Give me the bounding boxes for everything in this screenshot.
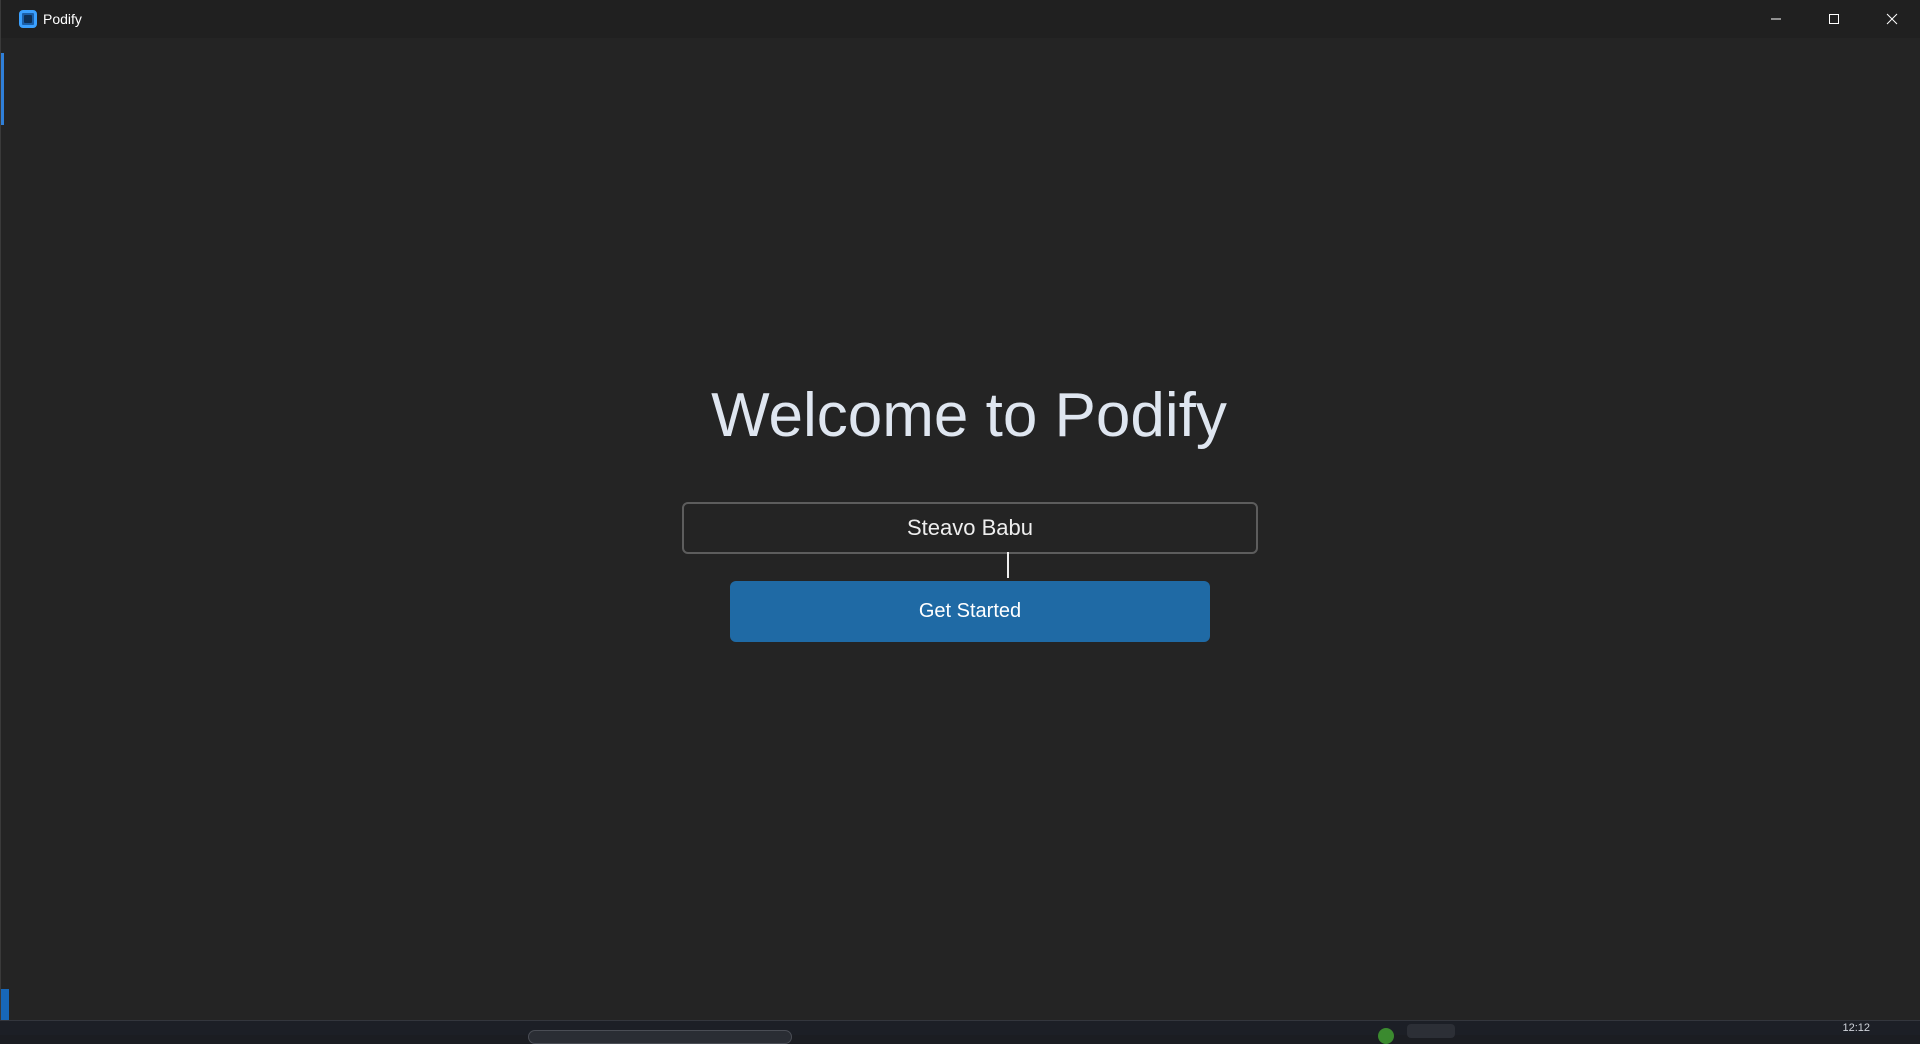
maximize-icon (1829, 14, 1839, 24)
taskbar-clock: 12:12 (1842, 1022, 1870, 1034)
left-edge-accent-bottom (1, 989, 9, 1020)
taskbar-search-box[interactable] (528, 1030, 792, 1044)
text-cursor (1007, 552, 1009, 578)
close-icon (1886, 13, 1898, 25)
name-input[interactable] (682, 502, 1258, 554)
app-window: Podify Welcome to Podify Ge (0, 0, 1920, 1020)
taskbar: 12:12 (0, 1020, 1920, 1044)
taskbar-active-app[interactable] (1407, 1024, 1455, 1038)
taskbar-app-icon[interactable] (1378, 1028, 1394, 1044)
window-controls (1747, 0, 1920, 38)
minimize-button[interactable] (1747, 0, 1805, 38)
podify-app-icon (19, 10, 37, 28)
welcome-heading: Welcome to Podify (711, 381, 1227, 450)
title-bar[interactable]: Podify (1, 0, 1920, 38)
maximize-button[interactable] (1805, 0, 1863, 38)
get-started-button[interactable]: Get Started (730, 581, 1210, 642)
window-title: Podify (43, 11, 82, 27)
close-button[interactable] (1863, 0, 1920, 38)
left-edge-accent (1, 53, 4, 125)
minimize-icon (1771, 18, 1781, 20)
